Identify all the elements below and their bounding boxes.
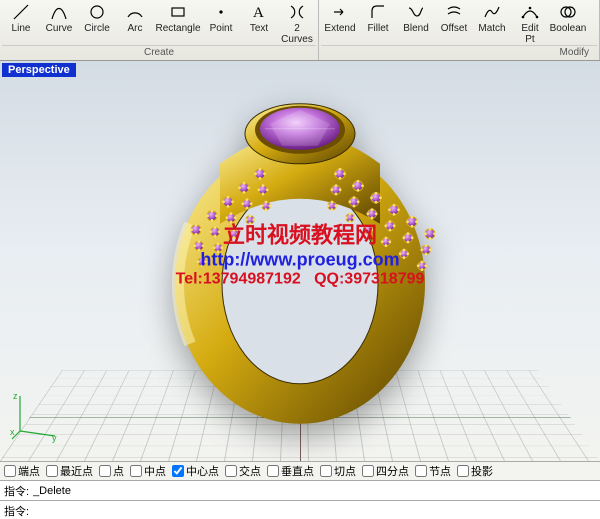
text-button[interactable]: A Text — [240, 0, 278, 46]
axis-widget: z y x — [10, 391, 60, 441]
snap-label-3: 中点 — [144, 463, 166, 479]
snap-item-5[interactable]: 交点 — [225, 463, 261, 479]
svg-text:y: y — [52, 433, 57, 443]
circle-icon — [87, 2, 107, 22]
snap-checkbox-2[interactable] — [99, 465, 111, 477]
snap-checkbox-0[interactable] — [4, 465, 16, 477]
blend-icon — [406, 2, 426, 22]
tool-group-create: Line Curve Circle Arc Rectangle Point — [0, 0, 319, 60]
match-icon — [482, 2, 502, 22]
match-button[interactable]: Match — [473, 0, 511, 46]
toolbar: Line Curve Circle Arc Rectangle Point — [0, 0, 600, 61]
command-prompt-1: 指令: — [4, 483, 29, 499]
tool-group-modify: Extend Fillet Blend Offset Match Edit Pt — [319, 0, 600, 60]
2curves-icon — [287, 2, 307, 22]
snap-label-7: 切点 — [334, 463, 356, 479]
snap-item-10[interactable]: 投影 — [457, 463, 493, 479]
snap-item-2[interactable]: 点 — [99, 463, 124, 479]
viewport-label[interactable]: Perspective — [2, 63, 76, 77]
editpt-button[interactable]: Edit Pt — [511, 0, 549, 46]
command-prompt-2: 指令: — [4, 503, 29, 519]
rectangle-icon — [168, 2, 188, 22]
point-icon — [211, 2, 231, 22]
snap-item-7[interactable]: 切点 — [320, 463, 356, 479]
line-icon — [11, 2, 31, 22]
command-line-1: 指令: — [0, 481, 600, 501]
command-line-2: 指令: — [0, 501, 600, 519]
2curves-button[interactable]: 2 Curves — [278, 0, 316, 46]
boolean-button[interactable]: Boolean — [549, 0, 587, 46]
rectangle-button[interactable]: Rectangle — [154, 0, 202, 46]
group-label-modify: Modify — [321, 45, 597, 60]
fillet-button[interactable]: Fillet — [359, 0, 397, 46]
snap-item-9[interactable]: 节点 — [415, 463, 451, 479]
curve-icon — [49, 2, 69, 22]
snap-bar: 端点 最近点 点 中点 中心点 交点 垂直点 切点 四分点 节点 投影 — [0, 461, 600, 481]
boolean-icon — [558, 2, 578, 22]
snap-label-6: 垂直点 — [281, 463, 314, 479]
offset-icon — [444, 2, 464, 22]
svg-text:A: A — [253, 5, 264, 21]
snap-label-1: 最近点 — [60, 463, 93, 479]
curve-button[interactable]: Curve — [40, 0, 78, 46]
arc-button[interactable]: Arc — [116, 0, 154, 46]
snap-item-4[interactable]: 中心点 — [172, 463, 219, 479]
text-icon: A — [249, 2, 269, 22]
snap-item-3[interactable]: 中点 — [130, 463, 166, 479]
snap-checkbox-4[interactable] — [172, 465, 184, 477]
snap-checkbox-6[interactable] — [267, 465, 279, 477]
viewport[interactable]: Perspective z y x — [0, 61, 600, 461]
snap-checkbox-3[interactable] — [130, 465, 142, 477]
snap-checkbox-10[interactable] — [457, 465, 469, 477]
snap-item-6[interactable]: 垂直点 — [267, 463, 314, 479]
line-button[interactable]: Line — [2, 0, 40, 46]
extend-icon — [330, 2, 350, 22]
snap-checkbox-7[interactable] — [320, 465, 332, 477]
snap-label-9: 节点 — [429, 463, 451, 479]
circle-button[interactable]: Circle — [78, 0, 116, 46]
fillet-icon — [368, 2, 388, 22]
svg-text:z: z — [13, 391, 18, 401]
snap-label-4: 中心点 — [186, 463, 219, 479]
snap-checkbox-1[interactable] — [46, 465, 58, 477]
snap-label-0: 端点 — [18, 463, 40, 479]
snap-checkbox-8[interactable] — [362, 465, 374, 477]
arc-icon — [125, 2, 145, 22]
point-button[interactable]: Point — [202, 0, 240, 46]
svg-text:x: x — [10, 427, 15, 437]
snap-label-10: 投影 — [471, 463, 493, 479]
group-label-create: Create — [2, 45, 316, 60]
snap-label-2: 点 — [113, 463, 124, 479]
command-input-2[interactable] — [31, 504, 600, 518]
editpt-icon — [520, 2, 540, 22]
command-input-1[interactable] — [31, 484, 600, 498]
blend-button[interactable]: Blend — [397, 0, 435, 46]
snap-checkbox-5[interactable] — [225, 465, 237, 477]
snap-item-0[interactable]: 端点 — [4, 463, 40, 479]
snap-checkbox-9[interactable] — [415, 465, 427, 477]
snap-label-8: 四分点 — [376, 463, 409, 479]
offset-button[interactable]: Offset — [435, 0, 473, 46]
snap-item-8[interactable]: 四分点 — [362, 463, 409, 479]
extend-button[interactable]: Extend — [321, 0, 359, 46]
snap-label-5: 交点 — [239, 463, 261, 479]
snap-item-1[interactable]: 最近点 — [46, 463, 93, 479]
ring-model — [120, 74, 480, 434]
